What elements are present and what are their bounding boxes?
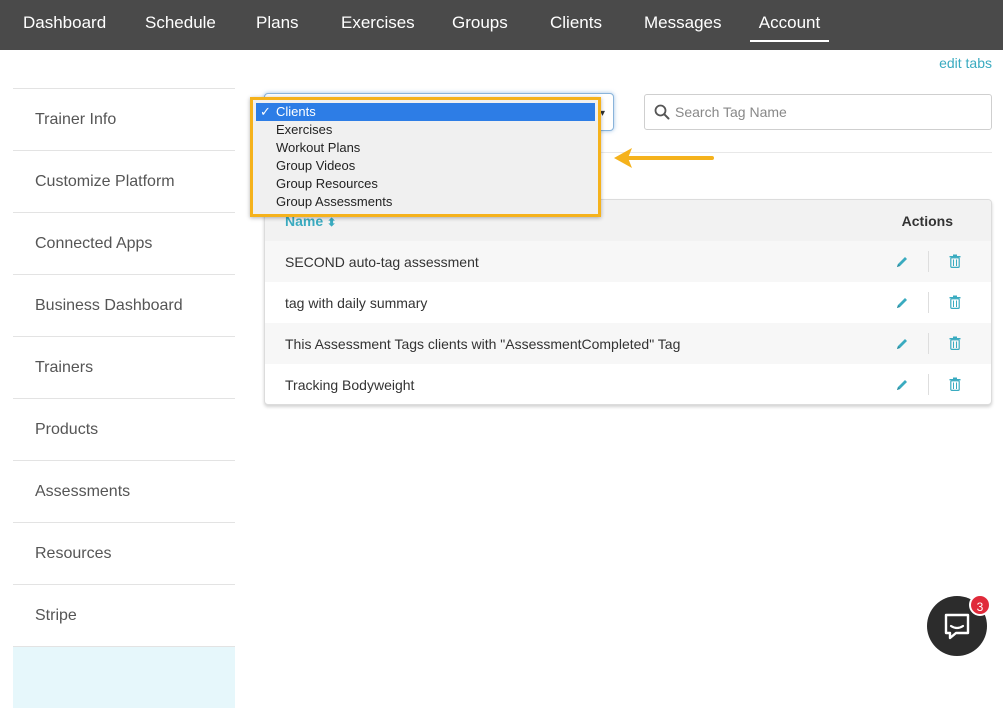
tab-groups[interactable]: Groups (452, 0, 508, 50)
tag-type-dropdown-list: ✓ Clients Exercises Workout Plans Group … (250, 97, 601, 217)
option-group-resources[interactable]: Group Resources (256, 175, 595, 193)
option-clients[interactable]: ✓ Clients (256, 103, 595, 121)
trash-icon[interactable] (949, 336, 961, 350)
tab-exercises[interactable]: Exercises (341, 0, 415, 50)
tag-name: Tracking Bodyweight (285, 377, 415, 393)
trash-icon[interactable] (949, 295, 961, 309)
action-divider (928, 292, 929, 313)
tab-clients[interactable]: Clients (550, 0, 602, 50)
action-divider (928, 251, 929, 272)
tags-table: Name ⬍ Actions SECOND auto-tag assessmen… (264, 199, 992, 405)
search-tag-box (644, 94, 992, 130)
table-row: SECOND auto-tag assessment (265, 241, 991, 282)
check-icon: ✓ (260, 104, 271, 119)
option-group-videos[interactable]: Group Videos (256, 157, 595, 175)
top-nav: Dashboard Schedule Plans Exercises Group… (0, 0, 1003, 50)
pencil-icon[interactable] (895, 337, 909, 351)
option-group-assessments[interactable]: Group Assessments (256, 193, 595, 211)
notification-badge: 3 (969, 594, 991, 616)
pencil-icon[interactable] (895, 296, 909, 310)
sidebar-item-business-dashboard[interactable]: Business Dashboard (13, 274, 235, 336)
sidebar-item-assessments[interactable]: Assessments (13, 460, 235, 522)
tag-name: tag with daily summary (285, 295, 428, 311)
table-row: Tracking Bodyweight (265, 364, 991, 404)
trash-icon[interactable] (949, 377, 961, 391)
table-row: This Assessment Tags clients with "Asses… (265, 323, 991, 364)
sidebar-item-trainer-info[interactable]: Trainer Info (13, 88, 235, 150)
edit-tabs-link[interactable]: edit tabs (939, 55, 992, 71)
tab-account[interactable]: Account (750, 0, 829, 42)
sidebar-item-resources[interactable]: Resources (13, 522, 235, 584)
action-divider (928, 333, 929, 354)
tag-name: SECOND auto-tag assessment (285, 254, 479, 270)
tab-schedule[interactable]: Schedule (145, 0, 216, 50)
sidebar-item-stripe[interactable]: Stripe (13, 584, 235, 646)
sidebar-item-customize-platform[interactable]: Customize Platform (13, 150, 235, 212)
sidebar-item-active[interactable] (13, 646, 235, 708)
tag-name: This Assessment Tags clients with "Asses… (285, 336, 681, 352)
tab-messages[interactable]: Messages (644, 0, 721, 50)
search-tag-input[interactable] (675, 95, 985, 129)
sidebar-item-products[interactable]: Products (13, 398, 235, 460)
tab-dashboard[interactable]: Dashboard (23, 0, 106, 50)
actions-column-header: Actions (901, 213, 953, 229)
sort-icon: ⬍ (327, 217, 337, 229)
pencil-icon[interactable] (895, 378, 909, 392)
table-body: SECOND auto-tag assessment tag with dail… (265, 241, 991, 404)
tab-plans[interactable]: Plans (256, 0, 299, 50)
pencil-icon[interactable] (895, 255, 909, 269)
trash-icon[interactable] (949, 254, 961, 268)
search-icon (654, 104, 670, 120)
sidebar-item-connected-apps[interactable]: Connected Apps (13, 212, 235, 274)
action-divider (928, 374, 929, 395)
chat-launcher-button[interactable]: 3 (927, 594, 991, 656)
chat-icon (944, 613, 970, 640)
arrow-left-icon (614, 148, 714, 168)
table-row: tag with daily summary (265, 282, 991, 323)
sidebar-item-trainers[interactable]: Trainers (13, 336, 235, 398)
account-sidebar: Trainer Info Customize Platform Connecte… (13, 88, 235, 708)
option-workout-plans[interactable]: Workout Plans (256, 139, 595, 157)
option-label: Clients (276, 104, 316, 119)
option-exercises[interactable]: Exercises (256, 121, 595, 139)
